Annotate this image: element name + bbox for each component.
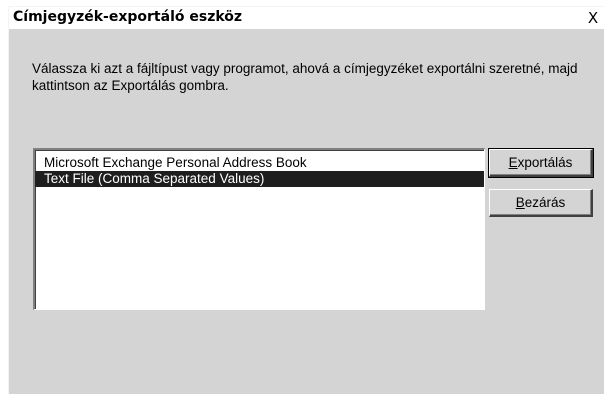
export-button-label: xportálás xyxy=(517,155,573,170)
window-title: Címjegyzék-exportáló eszköz xyxy=(13,9,243,25)
title-bar: Címjegyzék-exportáló eszköz X xyxy=(9,7,604,29)
export-dialog: Címjegyzék-exportáló eszköz X Válassza k… xyxy=(8,6,604,394)
close-button[interactable]: Bezárás xyxy=(489,189,593,217)
list-item-csv[interactable]: Text File (Comma Separated Values) xyxy=(35,171,484,187)
close-button-label: ezárás xyxy=(524,195,566,210)
list-item-exchange-pab[interactable]: Microsoft Exchange Personal Address Book xyxy=(35,155,484,171)
export-accelerator: E xyxy=(508,155,518,170)
export-type-listbox[interactable]: Microsoft Exchange Personal Address Book… xyxy=(33,148,485,310)
close-accelerator: B xyxy=(515,195,525,210)
close-icon[interactable]: X xyxy=(583,8,603,28)
instruction-text: Válassza ki azt a fájltípust vagy progra… xyxy=(32,61,578,93)
export-button[interactable]: Exportálás xyxy=(488,148,594,178)
